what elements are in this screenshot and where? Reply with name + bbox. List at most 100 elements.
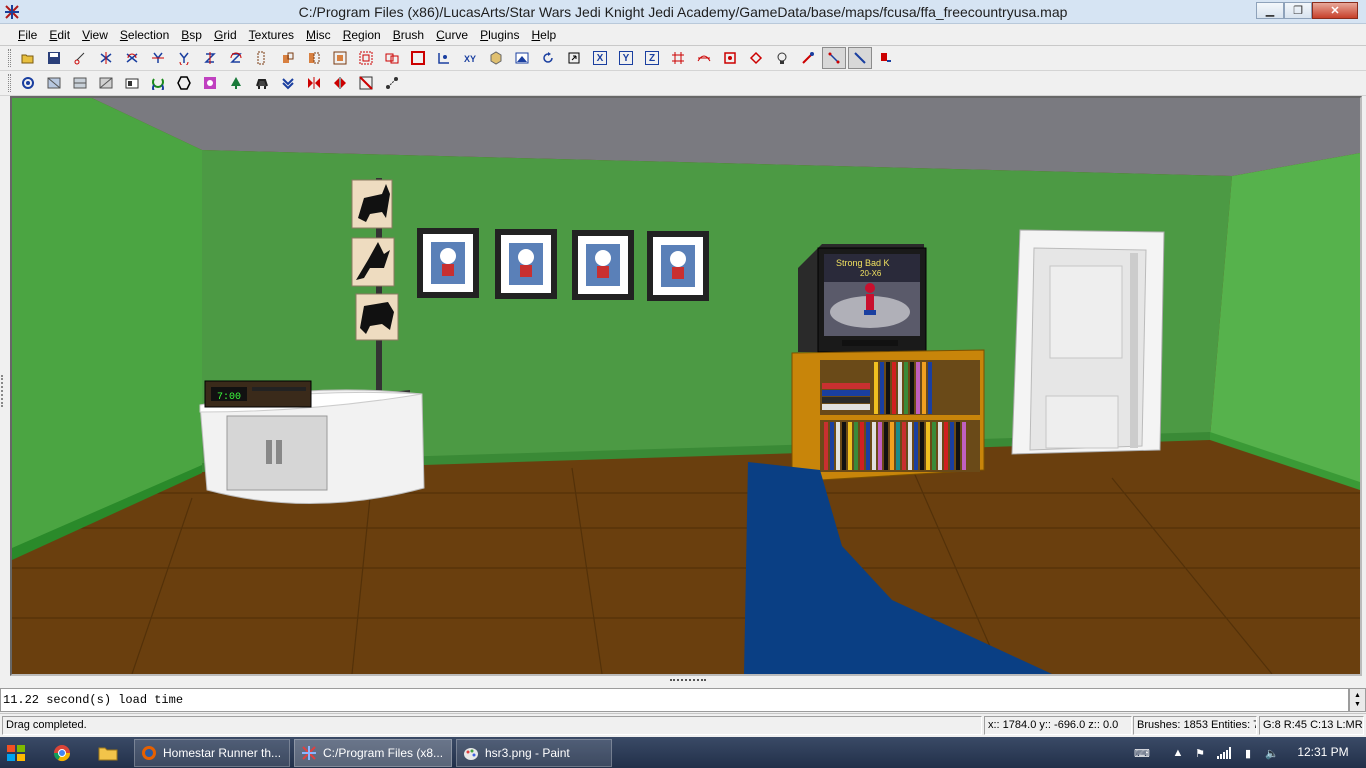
main-toolbar: XY X Y Z [0, 46, 1366, 71]
scale-button[interactable] [562, 47, 586, 69]
menu-file[interactable]: File [12, 25, 43, 45]
curve-cap-button[interactable] [718, 47, 742, 69]
minimize-button[interactable]: ▁ [1256, 2, 1284, 19]
filter-mirror-h-button[interactable] [328, 72, 352, 94]
flip-z-button[interactable] [198, 47, 222, 69]
filter-monsters-button[interactable] [250, 72, 274, 94]
flip-y-button[interactable] [146, 47, 170, 69]
menu-region[interactable]: Region [337, 25, 387, 45]
menu-help[interactable]: Help [525, 25, 562, 45]
entity-lighting-button[interactable] [770, 47, 794, 69]
task-radiant[interactable]: C:/Program Files (x8... [294, 739, 452, 767]
task-firefox[interactable]: Homestar Runner th... [134, 739, 290, 767]
rotate-y-button[interactable] [172, 47, 196, 69]
curve-mesh-button[interactable] [692, 47, 716, 69]
filter-clip-button[interactable] [42, 72, 66, 94]
filter-mirror-button[interactable] [302, 72, 326, 94]
filter-translucent-button[interactable] [198, 72, 222, 94]
menu-brush[interactable]: Brush [387, 25, 430, 45]
texture-lock-button[interactable]: XY [458, 47, 482, 69]
csg-hollow-button[interactable] [406, 47, 430, 69]
menu-misc[interactable]: Misc [300, 25, 337, 45]
open-button[interactable] [16, 47, 40, 69]
menu-bsp[interactable]: Bsp [175, 25, 208, 45]
y-axis-button[interactable]: Y [614, 47, 638, 69]
toolbar-grip[interactable] [8, 49, 11, 67]
title-bar[interactable]: C:/Program Files (x86)/LucasArts/Star Wa… [0, 0, 1366, 24]
network-icon[interactable] [1216, 745, 1232, 761]
toolbar-grip[interactable] [8, 74, 11, 92]
camera-viewport[interactable]: 7:00 Strong Bad K 20-X6 [10, 96, 1362, 676]
curve-thicken-icon [749, 51, 763, 65]
rotate-x-button[interactable] [120, 47, 144, 69]
filter-paths-button[interactable] [380, 72, 404, 94]
scale-icon [568, 52, 580, 64]
menu-curve[interactable]: Curve [430, 25, 474, 45]
scroll-up-icon[interactable]: ▲ [1354, 691, 1361, 700]
select-edges-button[interactable] [848, 47, 872, 69]
rotate-z-button[interactable] [224, 47, 248, 69]
texture-view-button[interactable] [484, 47, 508, 69]
csg-merge-button[interactable] [380, 47, 404, 69]
scroll-down-icon[interactable]: ▼ [1354, 700, 1361, 709]
filter-hint-button[interactable] [172, 72, 196, 94]
x-axis-button[interactable]: X [588, 47, 612, 69]
refresh-button[interactable] [536, 47, 560, 69]
select-inside-button[interactable] [328, 47, 352, 69]
show-hidden-icon[interactable]: ▲ [1170, 745, 1186, 761]
clipper-button[interactable] [68, 47, 92, 69]
drag-vertices-button[interactable] [822, 47, 846, 69]
menu-plugins[interactable]: Plugins [474, 25, 525, 45]
save-button[interactable] [42, 47, 66, 69]
console-scrollbar[interactable]: ▲ ▼ [1349, 688, 1366, 712]
cube-icon [490, 51, 502, 65]
volume-icon[interactable]: 🔈 [1264, 745, 1280, 761]
filter-foliage-button[interactable] [224, 72, 248, 94]
viewport-side-grip[interactable] [1, 375, 7, 407]
drag-edges-icon [802, 52, 814, 64]
show-patches-button[interactable] [666, 47, 690, 69]
filter-detail-button[interactable] [68, 72, 92, 94]
filter-areaportals-button[interactable] [276, 72, 300, 94]
maximize-button[interactable]: ❐ [1284, 2, 1312, 19]
svg-text:XY: XY [464, 54, 476, 64]
filter-world-button[interactable] [16, 72, 40, 94]
menu-edit[interactable]: Edit [43, 25, 76, 45]
bulb-icon [777, 52, 787, 64]
z-axis-button[interactable]: Z [640, 47, 664, 69]
windows-start-icon[interactable] [6, 743, 26, 763]
battery-icon[interactable]: ▮ [1240, 745, 1256, 761]
keyboard-icon[interactable]: ⌨ [1134, 745, 1150, 761]
cubic-clip-button[interactable] [874, 47, 898, 69]
menu-view[interactable]: View [76, 25, 114, 45]
select-complete-tall-button[interactable] [250, 47, 274, 69]
taskbar-clock[interactable]: 12:31 PM [1288, 745, 1358, 759]
menu-view-key: V [82, 27, 90, 42]
select-touching-button[interactable] [276, 47, 300, 69]
filter-caulk-button[interactable] [94, 72, 118, 94]
curve-thicken-button[interactable] [744, 47, 768, 69]
flag-icon[interactable]: ⚑ [1192, 745, 1208, 761]
select-partial-tall-button[interactable] [302, 47, 326, 69]
menu-selection-key: S [119, 27, 128, 42]
down-arrows-icon [282, 78, 294, 90]
change-view-button[interactable] [432, 47, 456, 69]
console-output[interactable]: 11.22 second(s) load time [0, 688, 1349, 712]
camera-view-button[interactable] [510, 47, 534, 69]
chrome-pin[interactable] [42, 740, 82, 766]
explorer-pin[interactable] [88, 740, 128, 766]
menu-grid[interactable]: Grid [208, 25, 243, 45]
menu-textures[interactable]: Textures [243, 25, 300, 45]
filter-entities-button[interactable] [120, 72, 144, 94]
menu-misc-key: M [306, 27, 317, 42]
csg-subtract-button[interactable] [354, 47, 378, 69]
close-button[interactable]: ✕ [1312, 2, 1358, 19]
flip-x-button[interactable] [94, 47, 118, 69]
menu-edit-label: dit [57, 27, 71, 42]
drag-edges-button[interactable] [796, 47, 820, 69]
task-paint[interactable]: hsr3.png - Paint [456, 739, 612, 767]
menu-selection[interactable]: Selection [114, 25, 175, 45]
console-splitter[interactable] [0, 676, 1366, 688]
filter-curves-button[interactable] [146, 72, 170, 94]
filter-nodraw-button[interactable] [354, 72, 378, 94]
